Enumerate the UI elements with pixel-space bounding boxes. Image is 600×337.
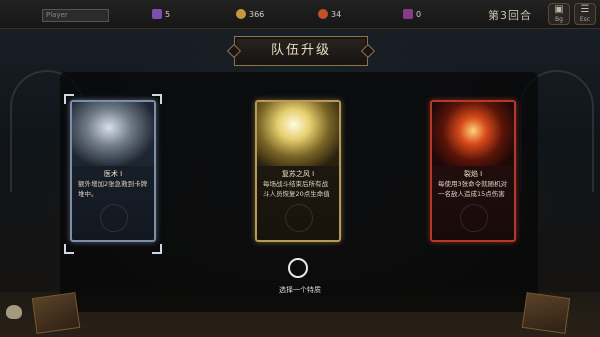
stat-value: 34: [331, 10, 342, 19]
selection-corner-icon: [64, 94, 74, 104]
escape-button[interactable]: ☰ Esc: [574, 3, 596, 25]
card-description: 额外增加2张急救到卡牌堆中。: [78, 180, 148, 198]
selection-corner-icon: [64, 244, 74, 254]
dialog-title: 队伍升级: [234, 36, 368, 66]
card-name: 裂焰 I: [463, 170, 483, 178]
trait-card-revival-wind[interactable]: 复苏之风 I 每场战斗结束后所有战斗人员恢复20点生命值: [255, 100, 341, 242]
escape-icon: ☰: [580, 4, 590, 15]
card-description: 每场战斗结束后所有战斗人员恢复20点生命值: [263, 180, 330, 198]
select-trait-button[interactable]: [288, 258, 308, 278]
card-art-wind: [257, 102, 339, 166]
top-hud: Player 5 366 34 0 第3回合 ▣ Bg ☰ Esc: [0, 0, 600, 29]
fire-orb-icon: [318, 9, 328, 19]
card-crest-icon: [285, 204, 313, 232]
bag-button-label: Bg: [555, 16, 563, 23]
trait-card-flame-burst[interactable]: 裂焰 I 每使用3张命令就随机对一名敌人造成15点伤害: [430, 100, 516, 242]
stat-gems: 0: [403, 9, 421, 21]
stat-value: 366: [249, 10, 265, 19]
gold-coin-icon: [236, 9, 246, 19]
trait-card-medicine[interactable]: 医术 I 额外增加2张急救到卡牌堆中。: [70, 100, 156, 242]
card-crest-icon: [460, 204, 488, 232]
select-trait-label: 选择一个特质: [279, 286, 321, 294]
stat-potions: 5: [152, 9, 170, 21]
stat-value: 5: [165, 10, 171, 19]
stat-fire: 34: [318, 9, 341, 21]
potion-icon: [152, 9, 162, 19]
card-name: 复苏之风 I: [281, 170, 315, 178]
skull-decoration: [6, 305, 22, 319]
card-name: 医术 I: [103, 170, 123, 178]
selection-corner-icon: [152, 244, 162, 254]
card-art-praying-hands: [72, 102, 154, 166]
bag-icon: ▣: [554, 4, 564, 15]
round-counter: 第3回合: [488, 9, 532, 22]
player-name-field[interactable]: Player: [42, 9, 109, 22]
stat-gold: 366: [236, 9, 264, 21]
gem-icon: [403, 9, 413, 19]
escape-button-label: Esc: [579, 16, 591, 23]
bag-button[interactable]: ▣ Bg: [548, 3, 570, 25]
card-description: 每使用3张命令就随机对一名敌人造成15点伤害: [438, 180, 508, 198]
deck-book-left-icon[interactable]: [31, 292, 81, 334]
deck-book-right-icon[interactable]: [521, 292, 571, 334]
stat-value: 0: [416, 10, 422, 19]
selection-corner-icon: [152, 94, 162, 104]
card-crest-icon: [100, 204, 128, 232]
card-art-flame-orb: [432, 102, 514, 166]
